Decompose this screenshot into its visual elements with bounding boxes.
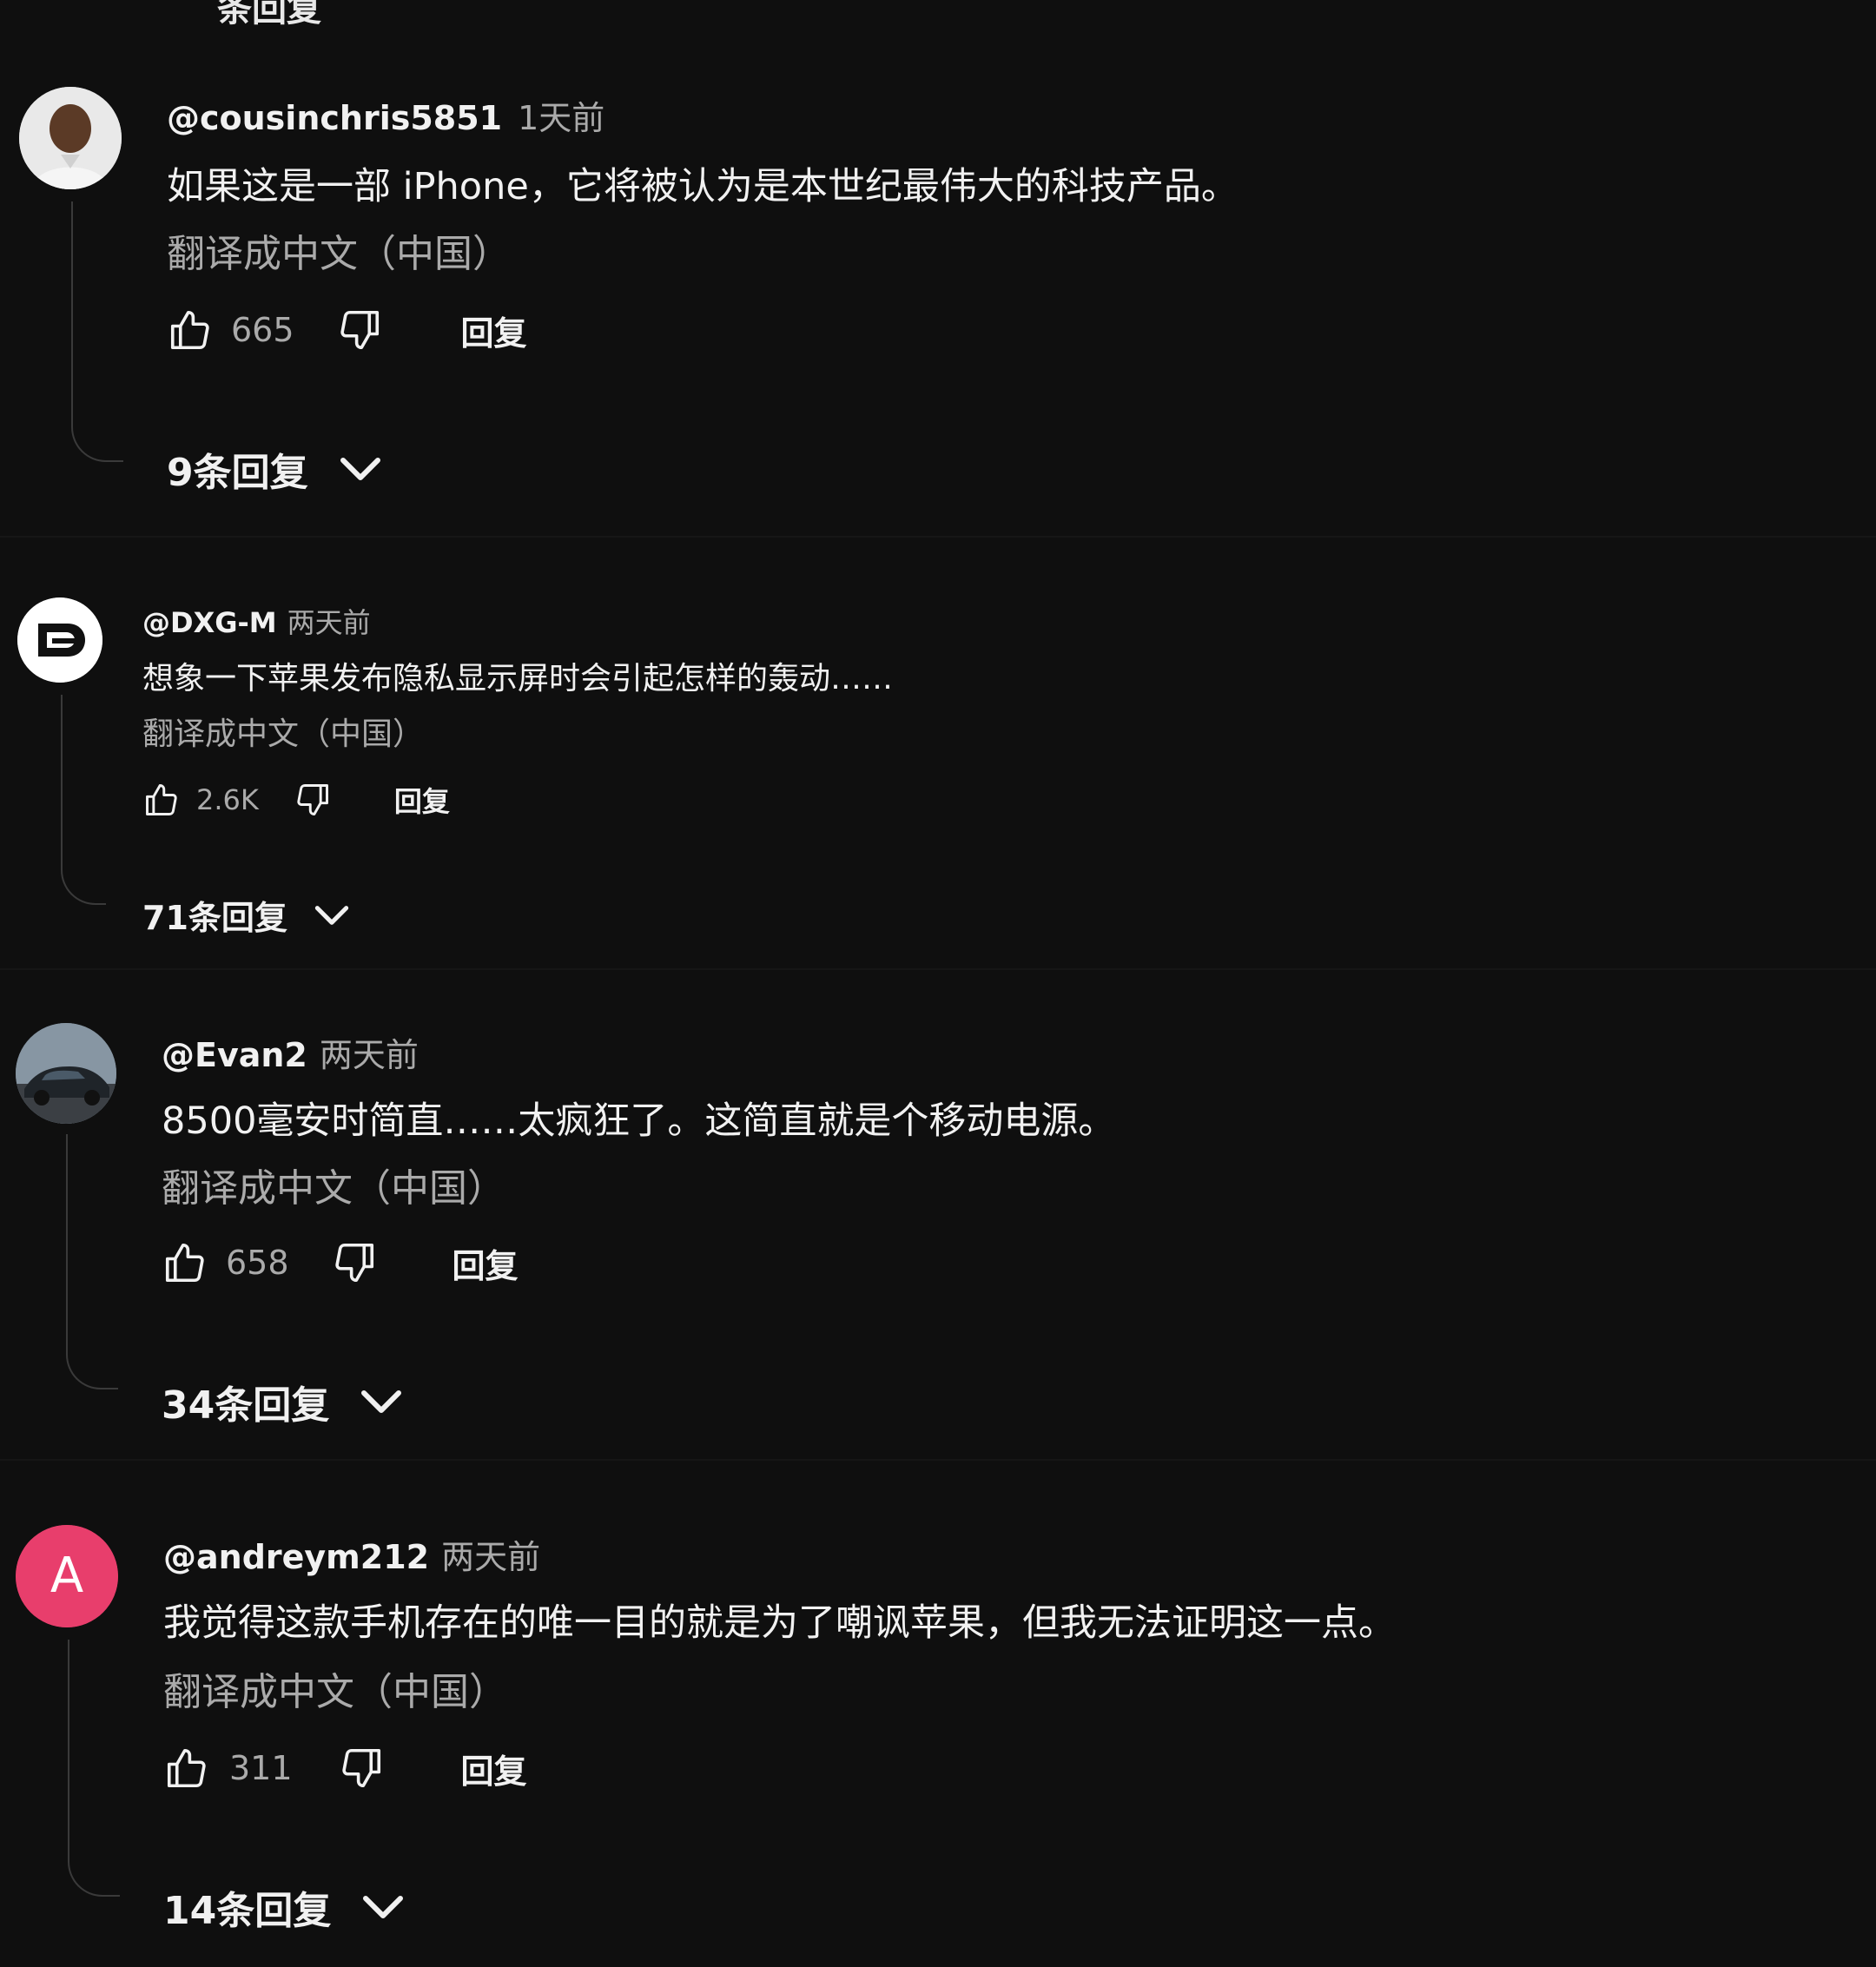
replies-count-label: 34条回复 (162, 1383, 330, 1428)
car-photo-icon (16, 1023, 116, 1124)
view-replies-button[interactable]: 71条回复 (142, 891, 353, 939)
comment-text: 如果这是一部 iPhone，它将被认为是本世纪最伟大的科技产品。 (167, 165, 1239, 208)
avatar[interactable]: A (16, 1525, 118, 1627)
comment-text: 8500毫安时简直……太疯狂了。这简直就是个移动电源。 (162, 1099, 1116, 1143)
comment-header: @andreym212 两天前 (163, 1530, 540, 1578)
like-button[interactable] (163, 1743, 210, 1793)
reply-button[interactable]: 回复 (452, 1239, 519, 1287)
comment-actions: 665 回复 (167, 304, 527, 356)
thumbs-down-icon (341, 1748, 380, 1788)
comment-actions: 658 回复 (162, 1237, 519, 1289)
person-photo-icon (19, 87, 122, 189)
reply-button[interactable]: 回复 (394, 780, 450, 820)
comment-text: 想象一下苹果发布隐私显示屏时会引起怎样的轰动…… (142, 661, 894, 696)
chevron-down-icon (314, 905, 349, 925)
translate-link[interactable]: 翻译成中文（中国） (162, 1157, 505, 1212)
thumbs-up-icon (167, 1748, 206, 1788)
dislike-button[interactable] (336, 305, 383, 355)
reply-button[interactable]: 回复 (461, 1745, 527, 1792)
thumbs-down-icon (297, 784, 328, 815)
thumbs-down-icon (334, 1243, 373, 1283)
thumbs-up-icon (170, 310, 209, 350)
comment-time: 1天前 (518, 99, 605, 137)
comment-text: 我觉得这款手机存在的唯一目的就是为了嘲讽苹果，但我无法证明这一点。 (163, 1601, 1396, 1645)
comment-time: 两天前 (319, 1036, 419, 1074)
comment-actions: 311 回复 (163, 1742, 527, 1794)
like-count: 2.6K (196, 783, 259, 816)
thumbs-up-icon (165, 1243, 204, 1283)
thumbs-up-icon (146, 784, 177, 815)
thumbs-down-icon (340, 310, 379, 350)
comment-header: @Evan2 两天前 (162, 1028, 419, 1076)
dislike-button[interactable] (331, 1238, 378, 1288)
chevron-down-icon (340, 458, 380, 480)
like-button[interactable] (142, 779, 181, 821)
dxg-logo-icon (17, 597, 102, 683)
thread-line (71, 201, 123, 462)
like-count: 311 (229, 1749, 293, 1787)
view-replies-button[interactable]: 34条回复 (162, 1374, 407, 1429)
dislike-button[interactable] (338, 1743, 385, 1793)
replies-count-label: 14条回复 (163, 1889, 332, 1933)
comment-header: @cousinchris5851 1天前 (167, 91, 604, 139)
replies-count-label: 9条回复 (167, 451, 308, 495)
comment-author[interactable]: @DXG-M (142, 606, 277, 639)
comment-author[interactable]: @cousinchris5851 (167, 99, 502, 137)
avatar[interactable] (17, 597, 102, 683)
avatar[interactable] (19, 87, 122, 189)
dislike-button[interactable] (294, 779, 332, 821)
thread-line (61, 695, 106, 905)
thread-line (68, 1640, 120, 1897)
translate-link[interactable]: 翻译成中文（中国） (167, 222, 511, 278)
chevron-down-icon (361, 1390, 402, 1413)
comment-author[interactable]: @andreym212 (163, 1538, 429, 1576)
reply-button[interactable]: 回复 (461, 307, 527, 354)
view-replies-button[interactable]: 14条回复 (163, 1879, 409, 1935)
comment-author[interactable]: @Evan2 (162, 1036, 307, 1074)
comment-header: @DXG-M 两天前 (142, 601, 371, 641)
chevron-down-icon (363, 1896, 404, 1918)
comment-time: 两天前 (441, 1538, 541, 1576)
like-count: 658 (226, 1244, 289, 1282)
comment-separator (0, 536, 1876, 538)
avatar-letter: A (50, 1548, 84, 1604)
thread-line (66, 1134, 118, 1389)
comment-time: 两天前 (287, 606, 371, 639)
like-count: 665 (231, 311, 294, 349)
translate-link[interactable]: 翻译成中文（中国） (142, 709, 424, 754)
like-button[interactable] (162, 1238, 208, 1288)
view-replies-button[interactable]: 9条回复 (167, 441, 386, 497)
previous-replies-fragment: 条回复 (217, 0, 321, 30)
comment-actions: 2.6K 回复 (142, 778, 450, 822)
translate-link[interactable]: 翻译成中文（中国） (163, 1660, 507, 1716)
comment-separator (0, 1459, 1876, 1461)
avatar[interactable] (16, 1023, 116, 1124)
like-button[interactable] (167, 305, 214, 355)
replies-count-label: 71条回复 (142, 899, 287, 937)
comment-separator (0, 968, 1876, 970)
